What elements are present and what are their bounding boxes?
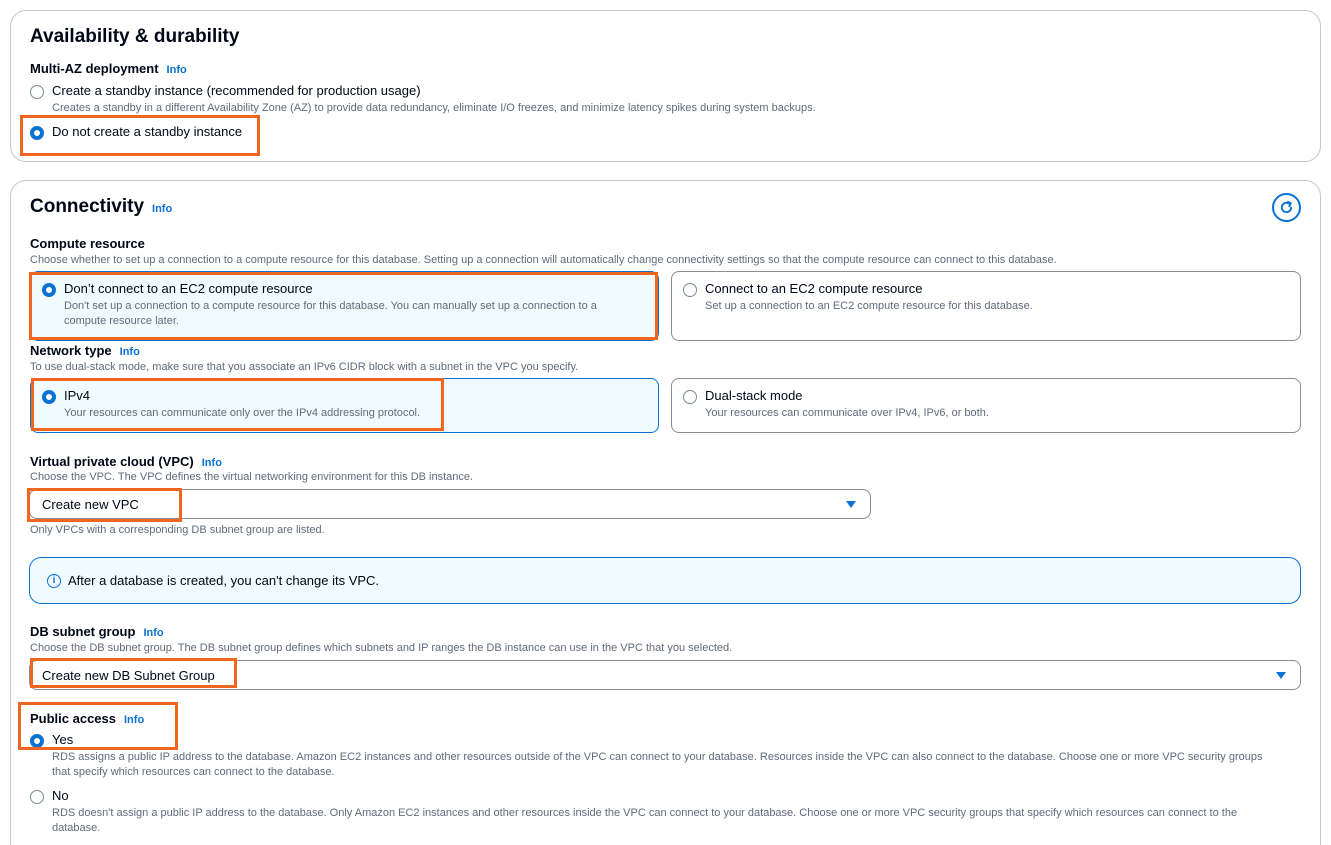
public-no-desc-1: RDS doesn't assign a public IP address t…: [52, 807, 1238, 819]
standby-create-label[interactable]: Create a standby instance (recommended f…: [52, 83, 421, 98]
vpc-select[interactable]: Create new VPC: [29, 489, 871, 519]
compute-dont-connect-desc-1: Don't set up a connection to a compute r…: [64, 300, 597, 312]
standby-none-label[interactable]: Do not create a standby instance: [52, 124, 242, 139]
public-yes-desc-1: RDS assigns a public IP address to the d…: [52, 751, 1263, 763]
public-no-radio[interactable]: [30, 790, 44, 804]
network-type-label-text: Network type: [30, 343, 112, 358]
compute-connect-radio[interactable]: [683, 283, 697, 297]
network-ipv4-desc: Your resources can communicate only over…: [64, 407, 421, 419]
vpc-hint: Only VPCs with a corresponding DB subnet…: [30, 524, 325, 536]
standby-create-radio[interactable]: [30, 85, 44, 99]
subnet-group-select-value: Create new DB Subnet Group: [42, 668, 215, 683]
connectivity-info-link[interactable]: Info: [152, 203, 172, 215]
public-no-desc-2: database.: [52, 822, 101, 834]
network-type-info-link[interactable]: Info: [120, 346, 140, 358]
compute-dont-connect-desc-2: compute resource later.: [64, 315, 179, 327]
multi-az-label-text: Multi-AZ deployment: [30, 61, 159, 76]
compute-dont-connect-radio[interactable]: [42, 283, 56, 297]
connectivity-title: Connectivity: [30, 196, 145, 217]
public-yes-desc-2: that specify which resources can connect…: [52, 766, 335, 778]
vpc-info-link[interactable]: Info: [202, 457, 222, 469]
caret-down-icon: [1276, 672, 1286, 679]
network-dual-stack-radio[interactable]: [683, 390, 697, 404]
vpc-label: Virtual private cloud (VPC) Info: [30, 454, 222, 469]
subnet-group-select[interactable]: Create new DB Subnet Group: [29, 660, 1301, 690]
compute-resource-desc: Choose whether to set up a connection to…: [30, 254, 1057, 266]
network-type-label: Network type Info: [30, 343, 140, 358]
caret-down-icon: [846, 501, 856, 508]
multi-az-info-link[interactable]: Info: [167, 64, 187, 76]
compute-connect-desc: Set up a connection to an EC2 compute re…: [705, 300, 1033, 312]
multi-az-label: Multi-AZ deployment Info: [30, 61, 187, 76]
standby-none-radio[interactable]: [30, 126, 44, 140]
network-dual-stack-desc: Your resources can communicate over IPv4…: [705, 407, 989, 419]
compute-resource-label: Compute resource: [30, 236, 145, 251]
public-access-label: Public access Info: [30, 711, 144, 726]
compute-dont-connect-label[interactable]: Don’t connect to an EC2 compute resource: [64, 281, 313, 296]
network-type-desc: To use dual-stack mode, make sure that y…: [30, 361, 579, 373]
vpc-label-text: Virtual private cloud (VPC): [30, 454, 194, 469]
vpc-alert-text: After a database is created, you can't c…: [68, 573, 380, 588]
network-ipv4-label[interactable]: IPv4: [64, 388, 90, 403]
public-yes-label[interactable]: Yes: [52, 732, 73, 747]
refresh-icon: [1280, 200, 1293, 214]
network-dual-stack-label[interactable]: Dual-stack mode: [705, 388, 803, 403]
public-no-label[interactable]: No: [52, 788, 69, 803]
subnet-group-label: DB subnet group Info: [30, 624, 164, 639]
vpc-select-value: Create new VPC: [42, 497, 139, 512]
subnet-group-label-text: DB subnet group: [30, 624, 136, 639]
info-circle-icon: i: [47, 574, 61, 588]
connectivity-header: Connectivity Info: [30, 196, 172, 218]
subnet-group-desc: Choose the DB subnet group. The DB subne…: [30, 642, 733, 654]
subnet-group-info-link[interactable]: Info: [143, 627, 163, 639]
network-ipv4-radio[interactable]: [42, 390, 56, 404]
availability-title: Availability & durability: [30, 26, 240, 47]
public-yes-radio[interactable]: [30, 734, 44, 748]
vpc-desc: Choose the VPC. The VPC defines the virt…: [30, 471, 474, 483]
compute-connect-label[interactable]: Connect to an EC2 compute resource: [705, 281, 923, 296]
refresh-button[interactable]: [1272, 193, 1301, 222]
vpc-info-alert: i After a database is created, you can't…: [29, 557, 1301, 604]
standby-create-desc: Creates a standby in a different Availab…: [52, 102, 816, 114]
public-access-label-text: Public access: [30, 711, 116, 726]
public-access-info-link[interactable]: Info: [124, 714, 144, 726]
